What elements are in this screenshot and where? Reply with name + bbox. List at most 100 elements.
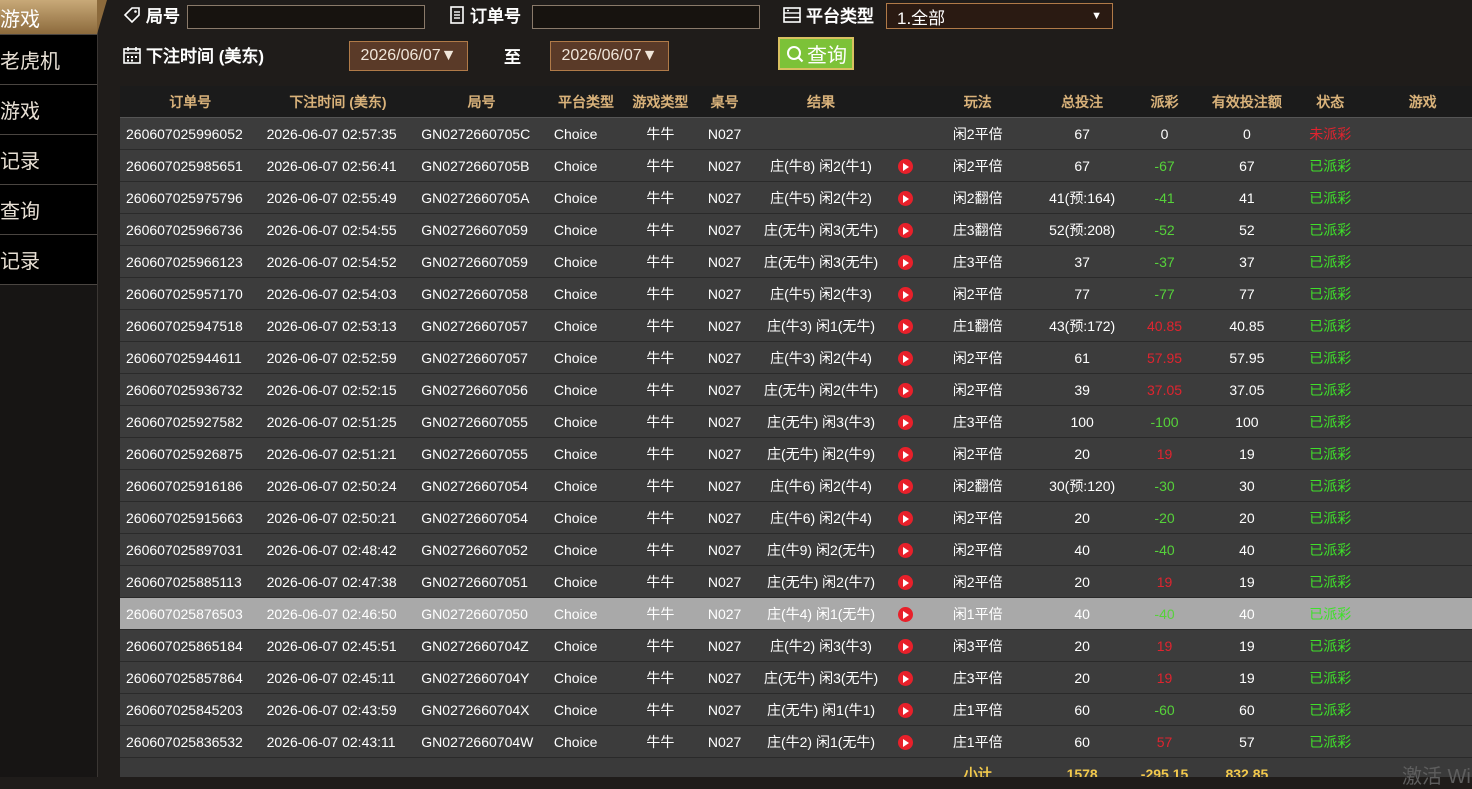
play-icon[interactable] [897,190,913,206]
play-icon[interactable] [897,446,913,462]
bet-time-filter-label: 下注时间 (美东) [122,42,264,67]
platform-filter-label: 平台类型 [782,2,874,27]
total-bet-cell: 39 [1033,373,1131,406]
table-number-cell: N027 [696,533,753,566]
result-cell: 庄(牛2) 闲3(牛3) [752,629,890,662]
table-row[interactable]: 260607025957170 2026-06-07 02:54:03 GN0272… [120,277,1472,310]
table-row[interactable]: 260607025916186 2026-06-07 02:50:24 GN0272… [120,469,1472,502]
round-input[interactable] [187,5,425,29]
status-cell: 已派彩 [1295,181,1366,214]
order-input[interactable] [532,5,760,29]
sidebar-item[interactable]: 老虎机 [0,35,97,85]
game-cell [1365,213,1472,246]
platform-cell: Choice [547,693,625,726]
table-row[interactable]: 260607025836532 2026-06-07 02:43:11 GN0272… [120,725,1472,758]
date-to-picker[interactable]: 2026/06/07▼ [550,41,669,71]
total-bet-cell: 40 [1033,597,1131,630]
table-row[interactable]: 260607025966736 2026-06-07 02:54:55 GN0272… [120,213,1472,246]
play-icon[interactable] [897,478,913,494]
column-header: 有效投注额 [1198,86,1296,118]
video-cell [889,437,922,470]
query-button[interactable]: 查询 [778,37,854,70]
platform-select[interactable]: 1.全部 ▼ [886,3,1113,29]
play-type-cell: 庄3平倍 [921,245,1034,278]
table-number-cell: N027 [696,661,753,694]
bet-time-cell: 2026-06-07 02:54:52 [260,245,416,278]
play-icon[interactable] [897,382,913,398]
round-number-cell: GN02726607056 [415,373,548,406]
order-number-cell: 260607025857864 [120,661,261,694]
valid-bet-cell: 40.85 [1198,309,1296,342]
round-number-cell: GN0272660704W [415,725,548,758]
play-icon[interactable] [897,286,913,302]
status-cell: 已派彩 [1295,725,1366,758]
result-cell: 庄(牛9) 闲2(无牛) [752,533,890,566]
play-icon[interactable] [897,606,913,622]
game-type-cell: 牛牛 [624,501,697,534]
play-icon[interactable] [897,670,913,686]
table-row[interactable]: 260607025845203 2026-06-07 02:43:59 GN0272… [120,693,1472,726]
play-icon[interactable] [897,510,913,526]
total-bet-cell: 52(预:208) [1033,213,1131,246]
table-row[interactable]: 260607025926875 2026-06-07 02:51:21 GN0272… [120,437,1472,470]
payout-cell: 57 [1130,725,1199,758]
table-number-cell: N027 [696,277,753,310]
play-icon[interactable] [897,222,913,238]
game-type-cell: 牛牛 [624,373,697,406]
play-icon[interactable] [897,638,913,654]
table-row[interactable]: 260607025996052 2026-06-07 02:57:35 GN0272… [120,117,1472,150]
table-row[interactable]: 260607025876503 2026-06-07 02:46:50 GN0272… [120,597,1472,630]
table-row[interactable]: 260607025944611 2026-06-07 02:52:59 GN0272… [120,341,1472,374]
order-number-cell: 260607025936732 [120,373,261,406]
table-row[interactable]: 260607025947518 2026-06-07 02:53:13 GN0272… [120,309,1472,342]
date-from-picker[interactable]: 2026/06/07▼ [349,41,468,71]
play-icon[interactable] [897,574,913,590]
table-row[interactable]: 260607025885113 2026-06-07 02:47:38 GN0272… [120,565,1472,598]
round-number-cell: GN0272660704Z [415,629,548,662]
table-row[interactable]: 260607025936732 2026-06-07 02:52:15 GN0272… [120,373,1472,406]
round-number-cell: GN02726607054 [415,501,548,534]
game-type-cell: 牛牛 [624,181,697,214]
sidebar-item[interactable]: 记录 [0,135,97,185]
play-icon[interactable] [897,158,913,174]
video-cell [889,149,922,182]
play-icon[interactable] [897,350,913,366]
play-icon[interactable] [897,414,913,430]
table-row[interactable]: 260607025897031 2026-06-07 02:48:42 GN0272… [120,533,1472,566]
game-cell [1365,629,1472,662]
table-row[interactable]: 260607025927582 2026-06-07 02:51:25 GN0272… [120,405,1472,438]
play-icon[interactable] [897,254,913,270]
column-header [889,86,922,118]
table-row[interactable]: 260607025857864 2026-06-07 02:45:11 GN0272… [120,661,1472,694]
total-bet-cell: 77 [1033,277,1131,310]
table-row[interactable]: 260607025966123 2026-06-07 02:54:52 GN0272… [120,245,1472,278]
result-cell: 庄(牛6) 闲2(牛4) [752,469,890,502]
tag-icon [123,6,140,23]
round-number-cell: GN02726607058 [415,277,548,310]
platform-cell: Choice [547,437,625,470]
play-icon[interactable] [897,318,913,334]
order-filter-label: 订单号 [448,2,521,27]
play-icon[interactable] [897,734,913,750]
game-type-cell: 牛牛 [624,661,697,694]
sidebar-item[interactable]: 记录 [0,235,97,285]
sidebar-item[interactable]: 查询 [0,185,97,235]
sidebar-item[interactable]: 游戏 [0,85,97,135]
table-row[interactable]: 260607025865184 2026-06-07 02:45:51 GN0272… [120,629,1472,662]
table-row[interactable]: 260607025975796 2026-06-07 02:55:49 GN0272… [120,181,1472,214]
play-icon[interactable] [897,702,913,718]
summary-spacer [120,757,922,777]
bet-time-cell: 2026-06-07 02:55:49 [260,181,416,214]
game-type-cell: 牛牛 [624,725,697,758]
game-cell [1365,565,1472,598]
table-row[interactable]: 260607025915663 2026-06-07 02:50:21 GN0272… [120,501,1472,534]
game-cell [1365,245,1472,278]
play-type-cell: 庄3平倍 [921,405,1034,438]
sidebar-item[interactable]: 游戏 [0,0,97,35]
bet-time-cell: 2026-06-07 02:45:51 [260,629,416,662]
video-cell [889,181,922,214]
table-row[interactable]: 260607025985651 2026-06-07 02:56:41 GN0272… [120,149,1472,182]
game-type-cell: 牛牛 [624,277,697,310]
play-icon[interactable] [897,542,913,558]
order-number-cell: 260607025897031 [120,533,261,566]
